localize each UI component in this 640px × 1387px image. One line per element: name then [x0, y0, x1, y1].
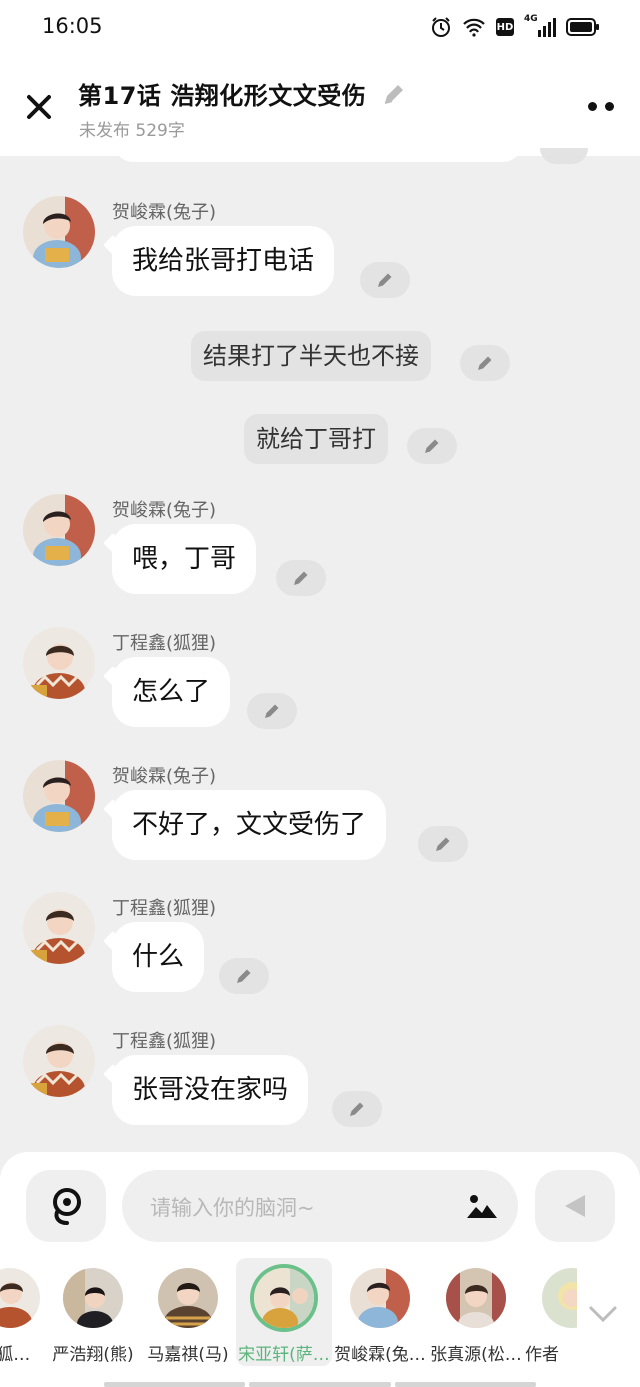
wifi-icon [463, 18, 485, 37]
voice-button[interactable] [26, 1170, 106, 1242]
character-item[interactable]: 马嘉祺(马) [140, 1258, 236, 1366]
more-button[interactable] [588, 102, 614, 111]
send-icon [565, 1195, 585, 1217]
character-avatar [158, 1268, 218, 1328]
pencil-icon [478, 356, 492, 370]
message-bubble[interactable]: 张哥没在家吗 [112, 1055, 309, 1125]
character-avatar [542, 1268, 577, 1328]
message-bubble[interactable]: 喂，丁哥 [112, 524, 257, 594]
edit-title-icon[interactable] [380, 80, 408, 108]
page-title: 第17话 浩翔化形文文受伤 [78, 82, 367, 110]
edit-message-button[interactable] [418, 826, 468, 862]
speaker-name: 贺峻霖(兔子) [112, 500, 217, 521]
title-row: 第17话 浩翔化形文文受伤 [78, 76, 408, 111]
alarm-icon [432, 17, 450, 37]
character-item[interactable]: 贺峻霖(兔… [332, 1258, 428, 1366]
battery-icon [566, 18, 599, 36]
network-label: 4G [524, 14, 538, 24]
character-name: 贺峻霖(兔… [334, 1345, 426, 1365]
image-icon[interactable] [466, 1192, 498, 1220]
speaker-name: 贺峻霖(兔子) [112, 202, 217, 223]
edit-message-button[interactable] [407, 428, 457, 464]
character-name: 马嘉祺(马) [147, 1345, 229, 1365]
character-item[interactable]: 作者 [507, 1258, 577, 1366]
character-avatar [63, 1268, 123, 1328]
home-indicator [104, 1382, 536, 1387]
edit-message-button[interactable] [276, 560, 326, 596]
narration-bubble[interactable]: 结果打了半天也不接 [191, 331, 431, 381]
character-avatar [0, 1268, 40, 1328]
character-name: 严浩翔(熊) [52, 1345, 134, 1365]
brain-hole-icon [53, 1188, 81, 1225]
character-avatar [254, 1268, 314, 1328]
avatar[interactable] [23, 494, 95, 566]
speaker-name: 贺峻霖(兔子) [112, 766, 217, 787]
composer-panel: 请输入你的脑洞~ (狐… 严浩翔(熊) 马嘉祺(马) 宋亚轩(萨… 贺峻霖(兔… [0, 1152, 640, 1387]
pencil-icon [436, 837, 450, 851]
edit-message-button[interactable] [332, 1091, 382, 1127]
pencil-icon [425, 439, 439, 453]
speaker-name: 丁程鑫(狐狸) [112, 633, 217, 654]
send-button[interactable] [535, 1170, 615, 1242]
avatar[interactable] [23, 196, 95, 268]
pencil-icon [265, 704, 279, 718]
pencil-icon [237, 969, 251, 983]
character-item[interactable]: 严浩翔(熊) [45, 1258, 141, 1366]
avatar[interactable] [23, 1025, 95, 1097]
character-name: 宋亚轩(萨… [238, 1345, 330, 1365]
message-bubble[interactable]: 怎么了 [112, 657, 231, 727]
edit-message-button[interactable] [247, 693, 297, 729]
close-icon[interactable] [24, 92, 54, 122]
avatar[interactable] [23, 892, 95, 964]
message-bubble[interactable]: 什么 [112, 922, 205, 992]
message-bubble[interactable]: 不好了，文文受伤了 [112, 790, 387, 860]
hd-badge: HD [496, 18, 514, 36]
character-item-selected[interactable]: 宋亚轩(萨… [236, 1258, 332, 1366]
character-avatar [350, 1268, 410, 1328]
pencil-icon [350, 1102, 364, 1116]
input-placeholder: 请输入你的脑洞~ [150, 1196, 315, 1220]
edit-message-button[interactable] [360, 262, 410, 298]
clipped-edit-button[interactable] [540, 148, 588, 164]
edit-message-button[interactable] [460, 345, 510, 381]
edit-message-button[interactable] [219, 958, 269, 994]
page-subtitle: 未发布 529字 [79, 121, 185, 141]
pencil-icon [378, 273, 392, 287]
character-avatar [446, 1268, 506, 1328]
status-bar: 16:05 HD 4G [0, 0, 640, 58]
clipped-bubble [112, 140, 524, 162]
avatar[interactable] [23, 760, 95, 832]
signal-icon: 4G [524, 14, 556, 37]
character-name: 作者 [525, 1345, 559, 1365]
message-input[interactable]: 请输入你的脑洞~ [122, 1170, 518, 1242]
message-bubble[interactable]: 我给张哥打电话 [112, 226, 335, 296]
narration-bubble[interactable]: 就给丁哥打 [244, 414, 388, 464]
chevron-down-icon[interactable] [588, 1304, 618, 1324]
status-time: 16:05 [42, 14, 103, 38]
character-selector: (狐… 严浩翔(熊) 马嘉祺(马) 宋亚轩(萨… 贺峻霖(兔… 张真源(松… 作… [0, 1258, 640, 1368]
avatar[interactable] [23, 627, 95, 699]
status-icons: HD 4G [430, 14, 600, 38]
speaker-name: 丁程鑫(狐狸) [112, 1031, 217, 1052]
speaker-name: 丁程鑫(狐狸) [112, 898, 217, 919]
pencil-icon [294, 571, 308, 585]
